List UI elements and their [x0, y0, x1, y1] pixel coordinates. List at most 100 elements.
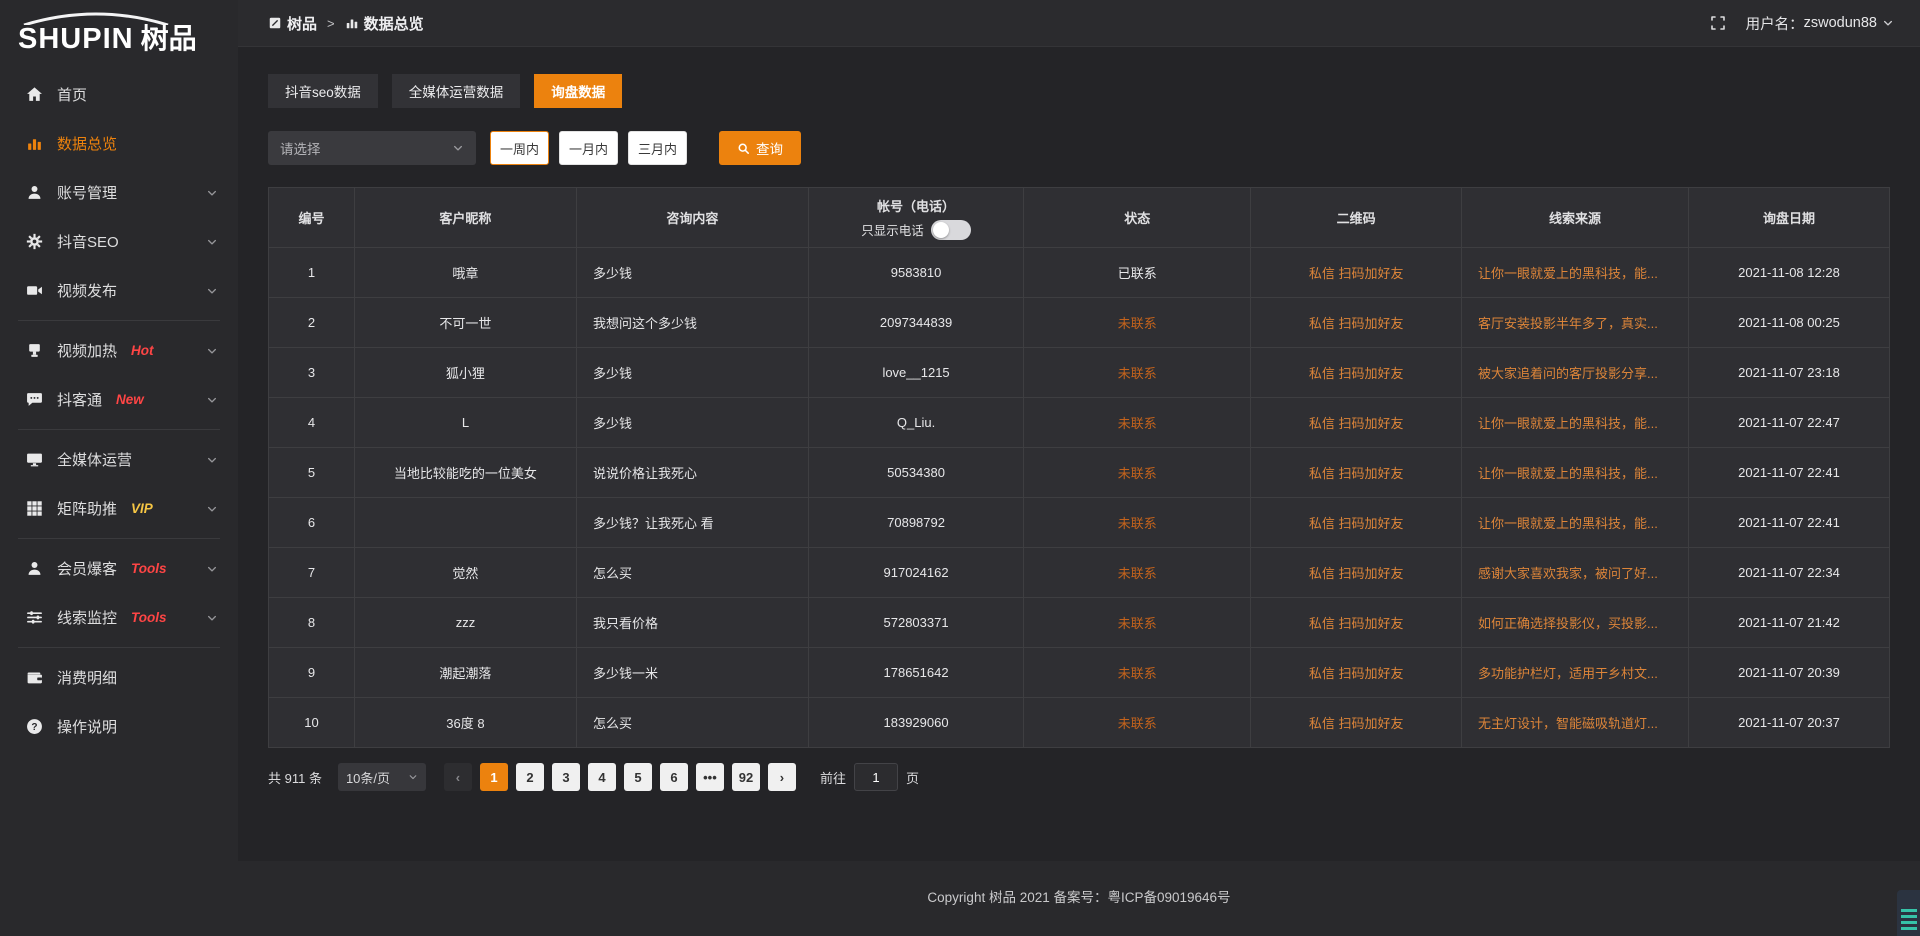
next-page-button[interactable]: › — [768, 763, 796, 791]
sidebar-item-video-publish[interactable]: 视频发布 — [0, 266, 238, 315]
sidebar-item-video-heat[interactable]: 视频加热Hot — [0, 326, 238, 375]
page-ellipsis-button[interactable]: ••• — [696, 763, 724, 791]
tab-douyin-seo-data[interactable]: 抖音seo数据 — [268, 74, 378, 108]
table-row: 5当地比较能吃的一位美女说说价格让我死心50534380未联系私信 扫码加好友让… — [269, 448, 1890, 498]
query-button[interactable]: 查询 — [719, 131, 801, 165]
cell-qrcode-link[interactable]: 私信 扫码加好友 — [1251, 498, 1462, 548]
divider — [18, 538, 220, 539]
cell-source-link[interactable]: 客厅安装投影半年多了，真实... — [1462, 298, 1689, 348]
cell-source-link[interactable]: 让你一眼就爱上的黑科技，能... — [1462, 398, 1689, 448]
breadcrumb-home[interactable]: 树品 — [287, 13, 317, 34]
cell-no: 4 — [269, 398, 355, 448]
chevron-down-icon — [206, 285, 218, 297]
cell-date: 2021-11-07 22:34 — [1688, 548, 1889, 598]
fullscreen-icon[interactable] — [1710, 15, 1726, 31]
sidebar-item-label: 账号管理 — [57, 182, 117, 203]
sidebar-item-matrix-boost[interactable]: 矩阵助推VIP — [0, 484, 238, 533]
username-label: 用户名： — [1746, 13, 1804, 34]
page-size-select[interactable]: 10条/页 — [338, 763, 426, 791]
table-row: 1036度 8怎么买183929060未联系私信 扫码加好友无主灯设计，智能磁吸… — [269, 698, 1890, 748]
page-button-5[interactable]: 5 — [624, 763, 652, 791]
goto-page-input[interactable] — [854, 763, 898, 791]
brand-logo: SHUPIN 树品 — [0, 0, 238, 62]
topbar: 树品 > 数据总览 用户名：zswodun88 — [238, 0, 1920, 47]
user-menu[interactable]: 用户名：zswodun88 — [1746, 13, 1894, 34]
range-button-three-months[interactable]: 三月内 — [628, 131, 687, 165]
cell-no: 2 — [269, 298, 355, 348]
cell-nickname: 潮起潮落 — [354, 648, 576, 698]
col-header-qrcode: 二维码 — [1251, 188, 1462, 248]
breadcrumb: 树品 > 数据总览 — [268, 13, 424, 34]
table-row: 1哦章多少钱9583810已联系私信 扫码加好友让你一眼就爱上的黑科技，能...… — [269, 248, 1890, 298]
cell-source-link[interactable]: 无主灯设计，智能磁吸轨道灯... — [1462, 698, 1689, 748]
cell-qrcode-link[interactable]: 私信 扫码加好友 — [1251, 248, 1462, 298]
cell-qrcode-link[interactable]: 私信 扫码加好友 — [1251, 298, 1462, 348]
cell-qrcode-link[interactable]: 私信 扫码加好友 — [1251, 698, 1462, 748]
cell-qrcode-link[interactable]: 私信 扫码加好友 — [1251, 448, 1462, 498]
cell-qrcode-link[interactable]: 私信 扫码加好友 — [1251, 398, 1462, 448]
question-icon: ? — [26, 718, 43, 735]
badge-new: New — [116, 392, 144, 407]
sidebar-item-member-baoke[interactable]: 会员爆客Tools — [0, 544, 238, 593]
cell-source-link[interactable]: 被大家追着问的客厅投影分享... — [1462, 348, 1689, 398]
cell-source-link[interactable]: 感谢大家喜欢我家，被问了好... — [1462, 548, 1689, 598]
sidebar-item-douketong[interactable]: 抖客通 New — [0, 375, 238, 424]
status-badge: 未联系 — [1024, 598, 1251, 648]
filter-select[interactable]: 请选择 — [268, 131, 476, 165]
cell-no: 9 — [269, 648, 355, 698]
sliders-icon — [26, 609, 43, 626]
sidebar-item-lead-monitor[interactable]: 线索监控Tools — [0, 593, 238, 642]
cell-nickname: zzz — [354, 598, 576, 648]
sidebar-item-label: 视频发布 — [57, 280, 117, 301]
cell-source-link[interactable]: 如何正确选择投影仪，买投影... — [1462, 598, 1689, 648]
cell-content: 多少钱一米 — [576, 648, 808, 698]
col-header-nickname: 客户昵称 — [354, 188, 576, 248]
corner-widget[interactable] — [1897, 890, 1920, 936]
cell-source-link[interactable]: 让你一眼就爱上的黑科技，能... — [1462, 248, 1689, 298]
page-button-1[interactable]: 1 — [480, 763, 508, 791]
tab-inquiry-data[interactable]: 询盘数据 — [534, 74, 622, 108]
bar-chart-icon — [26, 135, 43, 152]
cell-date: 2021-11-07 21:42 — [1688, 598, 1889, 648]
main-area: 树品 > 数据总览 用户名：zswodun88 抖音seo数据全媒体运营数据询盘… — [238, 0, 1920, 936]
cell-qrcode-link[interactable]: 私信 扫码加好友 — [1251, 348, 1462, 398]
breadcrumb-separator: > — [327, 16, 335, 31]
sidebar-item-douyin-seo[interactable]: 抖音SEO — [0, 217, 238, 266]
svg-text:?: ? — [31, 722, 37, 733]
wallet-icon — [26, 669, 43, 686]
page-button-4[interactable]: 4 — [588, 763, 616, 791]
sidebar-item-operation-guide[interactable]: ?操作说明 — [0, 702, 238, 751]
cell-date: 2021-11-07 22:47 — [1688, 398, 1889, 448]
tab-omni-media-data[interactable]: 全媒体运营数据 — [392, 74, 521, 108]
sidebar-item-omni-media[interactable]: 全媒体运营 — [0, 435, 238, 484]
sidebar-item-consumption-detail[interactable]: 消费明细 — [0, 653, 238, 702]
goto-label: 前往 — [820, 768, 846, 787]
cell-qrcode-link[interactable]: 私信 扫码加好友 — [1251, 548, 1462, 598]
chevron-down-icon — [206, 394, 218, 406]
app-root: SHUPIN 树品 首页数据总览账号管理抖音SEO 视频发布视频加热Hot 抖客通 N… — [0, 0, 1920, 936]
prev-page-button[interactable]: ‹ — [444, 763, 472, 791]
cell-nickname: 36度 8 — [354, 698, 576, 748]
cell-nickname — [354, 498, 576, 548]
member-icon — [26, 560, 43, 577]
cell-qrcode-link[interactable]: 私信 扫码加好友 — [1251, 598, 1462, 648]
range-button-one-month[interactable]: 一月内 — [559, 131, 618, 165]
page-button-2[interactable]: 2 — [516, 763, 544, 791]
cell-no: 1 — [269, 248, 355, 298]
cell-qrcode-link[interactable]: 私信 扫码加好友 — [1251, 648, 1462, 698]
phone-only-toggle[interactable] — [931, 220, 971, 240]
sidebar-item-account-management[interactable]: 账号管理 — [0, 168, 238, 217]
cell-no: 5 — [269, 448, 355, 498]
gear-icon — [26, 233, 43, 250]
page-button-92[interactable]: 92 — [732, 763, 760, 791]
cell-source-link[interactable]: 让你一眼就爱上的黑科技，能... — [1462, 448, 1689, 498]
cell-source-link[interactable]: 让你一眼就爱上的黑科技，能... — [1462, 498, 1689, 548]
cell-source-link[interactable]: 多功能护栏灯，适用于乡村文... — [1462, 648, 1689, 698]
range-button-one-week[interactable]: 一周内 — [490, 131, 549, 165]
page-button-3[interactable]: 3 — [552, 763, 580, 791]
sidebar-item-data-overview[interactable]: 数据总览 — [0, 119, 238, 168]
table-row: 2不可一世我想问这个多少钱2097344839未联系私信 扫码加好友客厅安装投影… — [269, 298, 1890, 348]
sidebar-item-home[interactable]: 首页 — [0, 70, 238, 119]
sidebar-item-label: 抖客通 — [57, 389, 102, 410]
page-button-6[interactable]: 6 — [660, 763, 688, 791]
